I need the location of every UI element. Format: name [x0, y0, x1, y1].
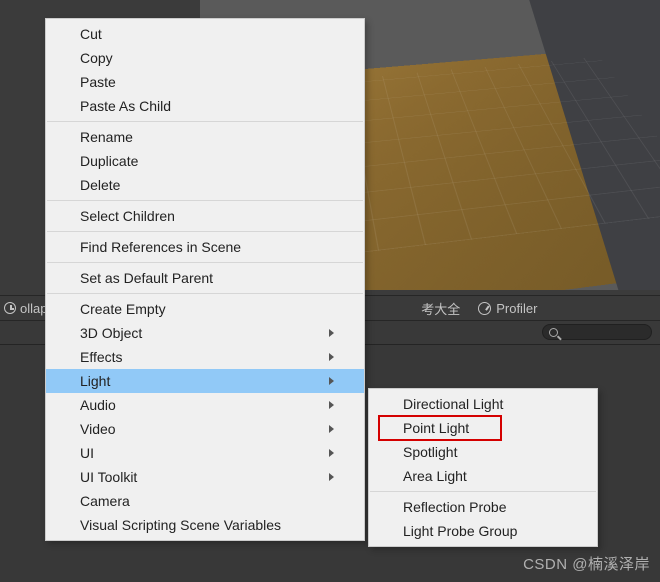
- menu-item-label: UI Toolkit: [80, 469, 137, 485]
- menu-item-label: Paste: [80, 74, 116, 90]
- menu-item-label: Select Children: [80, 208, 175, 224]
- menu-item-label: Paste As Child: [80, 98, 171, 114]
- menu-item-label: Delete: [80, 177, 120, 193]
- menu-item-label: Light: [80, 373, 110, 389]
- submenu-item-label: Point Light: [403, 420, 469, 436]
- submenu-item-label: Spotlight: [403, 444, 457, 460]
- submenu-item[interactable]: Point Light: [369, 416, 597, 440]
- menu-separator: [47, 262, 363, 263]
- menu-item[interactable]: Camera: [46, 489, 364, 513]
- menu-item[interactable]: UI: [46, 441, 364, 465]
- menu-item-label: Find References in Scene: [80, 239, 241, 255]
- menu-item[interactable]: Create Empty: [46, 297, 364, 321]
- menu-item[interactable]: UI Toolkit: [46, 465, 364, 489]
- profiler-label: Profiler: [496, 301, 537, 316]
- menu-item[interactable]: Audio: [46, 393, 364, 417]
- menu-item[interactable]: Set as Default Parent: [46, 266, 364, 290]
- submenu-item-label: Reflection Probe: [403, 499, 507, 515]
- chevron-right-icon: [329, 449, 334, 457]
- menu-separator: [47, 200, 363, 201]
- submenu-item[interactable]: Area Light: [369, 464, 597, 488]
- submenu-item[interactable]: Reflection Probe: [369, 495, 597, 519]
- menu-item[interactable]: Rename: [46, 125, 364, 149]
- chevron-right-icon: [329, 425, 334, 433]
- menu-item-label: Rename: [80, 129, 133, 145]
- profiler-tab[interactable]: Profiler: [478, 301, 537, 316]
- menu-item-label: Video: [80, 421, 116, 437]
- watermark: CSDN @楠溪泽岸: [523, 553, 650, 574]
- menu-item-label: Duplicate: [80, 153, 138, 169]
- context-menu: Cut Copy Paste Paste As Child Rename Duplicat…: [45, 18, 365, 541]
- gauge-icon: [478, 302, 491, 315]
- submenu-item[interactable]: Spotlight: [369, 440, 597, 464]
- menu-item[interactable]: Select Children: [46, 204, 364, 228]
- chevron-right-icon: [329, 353, 334, 361]
- menu-item-label: Cut: [80, 26, 102, 42]
- menu-item[interactable]: Paste As Child: [46, 94, 364, 118]
- submenu-item-label: Area Light: [403, 468, 467, 484]
- menu-item[interactable]: Delete: [46, 173, 364, 197]
- menu-item[interactable]: Find References in Scene: [46, 235, 364, 259]
- submenu-item-label: Directional Light: [403, 396, 503, 412]
- menu-item[interactable]: Duplicate: [46, 149, 364, 173]
- menu-item-label: Audio: [80, 397, 116, 413]
- menu-item-label: Effects: [80, 349, 123, 365]
- menu-item[interactable]: Video: [46, 417, 364, 441]
- menu-separator: [370, 491, 596, 492]
- chevron-right-icon: [329, 329, 334, 337]
- menu-item[interactable]: Visual Scripting Scene Variables: [46, 513, 364, 537]
- menu-item[interactable]: 3D Object: [46, 321, 364, 345]
- menu-separator: [47, 231, 363, 232]
- menu-item[interactable]: Light: [46, 369, 364, 393]
- search-icon: [549, 328, 558, 337]
- menu-item-label: UI: [80, 445, 94, 461]
- menu-item-label: Set as Default Parent: [80, 270, 213, 286]
- menu-item[interactable]: Effects: [46, 345, 364, 369]
- menu-item-label: Camera: [80, 493, 130, 509]
- menu-separator: [47, 121, 363, 122]
- chevron-right-icon: [329, 377, 334, 385]
- light-submenu: Directional Light Point Light Spotlight Are…: [368, 388, 598, 547]
- menu-item-label: Copy: [80, 50, 113, 66]
- menu-item[interactable]: Copy: [46, 46, 364, 70]
- clock-icon: [4, 302, 16, 314]
- menu-item[interactable]: Cut: [46, 22, 364, 46]
- menu-separator: [47, 293, 363, 294]
- menu-item-label: Create Empty: [80, 301, 166, 317]
- chevron-right-icon: [329, 401, 334, 409]
- menu-item[interactable]: Paste: [46, 70, 364, 94]
- submenu-item[interactable]: Directional Light: [369, 392, 597, 416]
- menu-item-label: Visual Scripting Scene Variables: [80, 517, 281, 533]
- chevron-right-icon: [329, 473, 334, 481]
- search-input[interactable]: [542, 324, 652, 340]
- menu-item-label: 3D Object: [80, 325, 142, 341]
- toolbar-mid-text[interactable]: 考大全: [421, 299, 460, 318]
- submenu-item-label: Light Probe Group: [403, 523, 517, 539]
- submenu-item[interactable]: Light Probe Group: [369, 519, 597, 543]
